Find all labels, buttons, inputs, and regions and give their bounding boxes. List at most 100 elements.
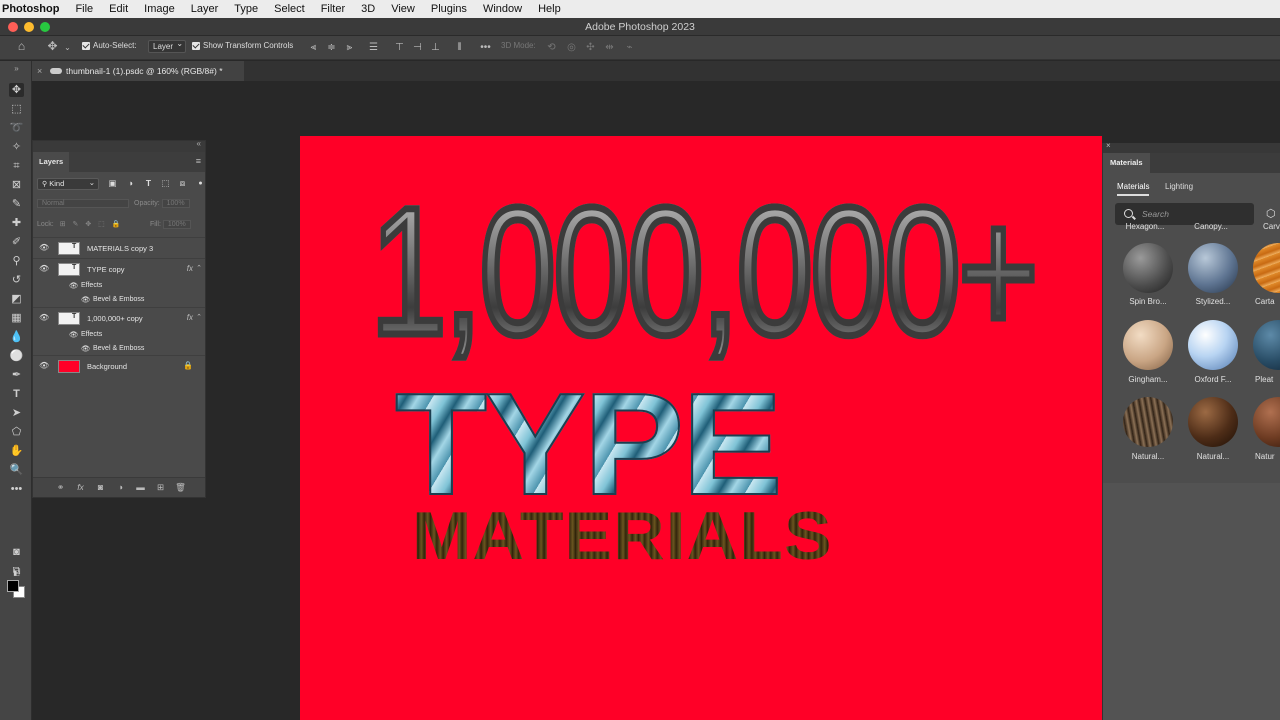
filter-smart-object-icon[interactable]: ⧈ bbox=[177, 178, 188, 189]
materials-panel-tab[interactable]: Materials bbox=[1103, 153, 1150, 173]
panel-menu-icon[interactable]: ≡ bbox=[196, 156, 201, 166]
material-carta[interactable] bbox=[1253, 243, 1280, 293]
screen-mode-icon[interactable]: ⧉ bbox=[9, 564, 24, 578]
visibility-eye-icon[interactable]: 👁 bbox=[39, 264, 49, 273]
lock-position-icon[interactable]: ✥ bbox=[85, 221, 91, 228]
materials-panel-header[interactable]: × bbox=[1103, 141, 1280, 153]
type-tool-icon[interactable]: T bbox=[9, 387, 24, 401]
menu-file[interactable]: File bbox=[75, 3, 93, 15]
collapse-toolbar-icon[interactable]: » bbox=[9, 62, 24, 76]
menu-plugins[interactable]: Plugins bbox=[431, 3, 467, 15]
layer-effects-icon[interactable]: fx bbox=[187, 313, 193, 322]
menu-filter[interactable]: Filter bbox=[321, 3, 345, 15]
layers-tab[interactable]: Layers bbox=[33, 152, 70, 172]
material-pleat[interactable] bbox=[1253, 320, 1280, 370]
menu-3d[interactable]: 3D bbox=[361, 3, 375, 15]
lock-icon[interactable]: 🔒 bbox=[183, 361, 193, 370]
visibility-eye-icon[interactable]: 👁 bbox=[69, 330, 79, 339]
add-mask-icon[interactable]: ◙ bbox=[95, 482, 106, 493]
magic-wand-tool-icon[interactable]: ✧ bbox=[9, 140, 24, 154]
lock-pixels-icon[interactable]: ✎ bbox=[73, 221, 79, 228]
blur-tool-icon[interactable]: 💧 bbox=[9, 330, 24, 344]
align-left-icon[interactable]: ⫷ bbox=[308, 42, 319, 53]
material-gingham[interactable] bbox=[1123, 320, 1173, 370]
distribute-icon[interactable]: ☰ bbox=[368, 42, 379, 53]
menu-select[interactable]: Select bbox=[274, 3, 305, 15]
filter-toggle-icon[interactable]: ● bbox=[195, 178, 206, 189]
align-top-icon[interactable]: ⊤ bbox=[394, 42, 405, 53]
layer-effects-icon[interactable]: fx bbox=[187, 264, 193, 273]
layer-row[interactable]: 👁 T TYPE copy fx ⌃ bbox=[33, 258, 205, 279]
filter-type-icon[interactable]: T bbox=[143, 178, 154, 189]
align-middle-icon[interactable]: ⊣ bbox=[412, 42, 423, 53]
collapse-panel-icon[interactable]: « bbox=[197, 139, 201, 148]
align-bottom-icon[interactable]: ⊥ bbox=[430, 42, 441, 53]
pan-3d-icon[interactable]: ✣ bbox=[585, 42, 596, 53]
dodge-tool-icon[interactable]: ⚪ bbox=[9, 349, 24, 363]
move-tool-icon[interactable]: ✥ bbox=[9, 83, 24, 97]
app-menu[interactable]: Photoshop bbox=[2, 3, 59, 15]
shape-tool-icon[interactable]: ⬠ bbox=[9, 425, 24, 439]
menu-image[interactable]: Image bbox=[144, 3, 175, 15]
brush-tool-icon[interactable]: ✐ bbox=[9, 235, 24, 249]
blend-mode-dropdown[interactable]: Normal bbox=[37, 199, 129, 208]
menu-type[interactable]: Type bbox=[234, 3, 258, 15]
material-stylized[interactable] bbox=[1188, 243, 1238, 293]
3d-object-icon[interactable]: ⬡ bbox=[1266, 207, 1276, 220]
layer-row[interactable]: 👁 T MATERIALS copy 3 bbox=[33, 237, 205, 258]
visibility-eye-icon[interactable]: 👁 bbox=[81, 344, 91, 353]
filter-adjustment-icon[interactable]: ◑ bbox=[125, 178, 136, 189]
lock-artboard-icon[interactable]: ⬚ bbox=[98, 221, 105, 228]
auto-select-checkbox[interactable]: Auto-Select: bbox=[82, 41, 137, 50]
more-options-icon[interactable]: ••• bbox=[480, 42, 491, 53]
filter-shape-icon[interactable]: ⬚ bbox=[160, 178, 171, 189]
effects-row[interactable]: 👁 Effects bbox=[33, 279, 205, 293]
opacity-control[interactable]: Opacity: 100% bbox=[134, 199, 190, 208]
close-panel-icon[interactable]: × bbox=[1106, 141, 1111, 150]
tab-lighting[interactable]: Lighting bbox=[1165, 182, 1193, 191]
eyedropper-tool-icon[interactable]: ✎ bbox=[9, 197, 24, 211]
crop-tool-icon[interactable]: ⌗ bbox=[9, 159, 24, 173]
effect-row[interactable]: 👁 Bevel & Emboss bbox=[33, 293, 205, 307]
layer-row[interactable]: 👁 T 1,000,000+ copy fx ⌃ bbox=[33, 307, 205, 328]
frame-tool-icon[interactable]: ⊠ bbox=[9, 178, 24, 192]
lock-all-icon[interactable]: 🔒 bbox=[112, 221, 121, 228]
add-style-icon[interactable]: fx bbox=[75, 482, 86, 493]
hand-tool-icon[interactable]: ✋ bbox=[9, 444, 24, 458]
clone-stamp-tool-icon[interactable]: ⚲ bbox=[9, 254, 24, 268]
home-icon[interactable]: ⌂ bbox=[16, 40, 27, 52]
align-right-icon[interactable]: ⫸ bbox=[344, 42, 355, 53]
adjustment-layer-icon[interactable]: ◑ bbox=[115, 482, 126, 493]
delete-layer-icon[interactable]: 🗑 bbox=[175, 482, 186, 493]
expand-effects-icon[interactable]: ⌃ bbox=[196, 313, 202, 321]
path-selection-tool-icon[interactable]: ➤ bbox=[9, 406, 24, 420]
more-tools-icon[interactable]: ••• bbox=[9, 482, 24, 496]
pen-tool-icon[interactable]: ✒ bbox=[9, 368, 24, 382]
scale-3d-icon[interactable]: ⌁ bbox=[624, 42, 635, 53]
visibility-eye-icon[interactable]: 👁 bbox=[81, 295, 91, 304]
gradient-tool-icon[interactable]: ▦ bbox=[9, 311, 24, 325]
effect-row[interactable]: 👁 Bevel & Emboss bbox=[33, 342, 205, 356]
roll-3d-icon[interactable]: ◎ bbox=[566, 42, 577, 53]
visibility-eye-icon[interactable]: 👁 bbox=[39, 361, 49, 370]
material-natural-3[interactable] bbox=[1253, 397, 1280, 447]
visibility-eye-icon[interactable]: 👁 bbox=[39, 313, 49, 322]
fill-control[interactable]: Fill: 100% bbox=[150, 220, 191, 229]
material-spin-brushed[interactable] bbox=[1123, 243, 1173, 293]
orbit-3d-icon[interactable]: ⟲ bbox=[546, 42, 557, 53]
move-tool-icon[interactable]: ✥ bbox=[47, 40, 58, 52]
menu-view[interactable]: View bbox=[391, 3, 415, 15]
lasso-tool-icon[interactable]: ➰ bbox=[9, 121, 24, 135]
layer-row[interactable]: 👁 Background 🔒 bbox=[33, 355, 205, 376]
new-layer-icon[interactable]: ⊞ bbox=[155, 482, 166, 493]
marquee-tool-icon[interactable]: ⬚ bbox=[9, 102, 24, 116]
align-center-icon[interactable]: ≑ bbox=[326, 42, 337, 53]
menu-window[interactable]: Window bbox=[483, 3, 522, 15]
eraser-tool-icon[interactable]: ◩ bbox=[9, 292, 24, 306]
show-transform-checkbox[interactable]: Show Transform Controls bbox=[192, 41, 293, 50]
material-natural-2[interactable] bbox=[1188, 397, 1238, 447]
document-canvas[interactable]: 1,000,000+ TYPE MATERIALS bbox=[300, 136, 1102, 720]
slide-3d-icon[interactable]: ⇹ bbox=[604, 42, 615, 53]
document-tab[interactable]: × thumbnail-1 (1).psdc @ 160% (RGB/8#) * bbox=[32, 61, 244, 81]
distribute-vertical-icon[interactable]: ⫴ bbox=[454, 42, 465, 53]
